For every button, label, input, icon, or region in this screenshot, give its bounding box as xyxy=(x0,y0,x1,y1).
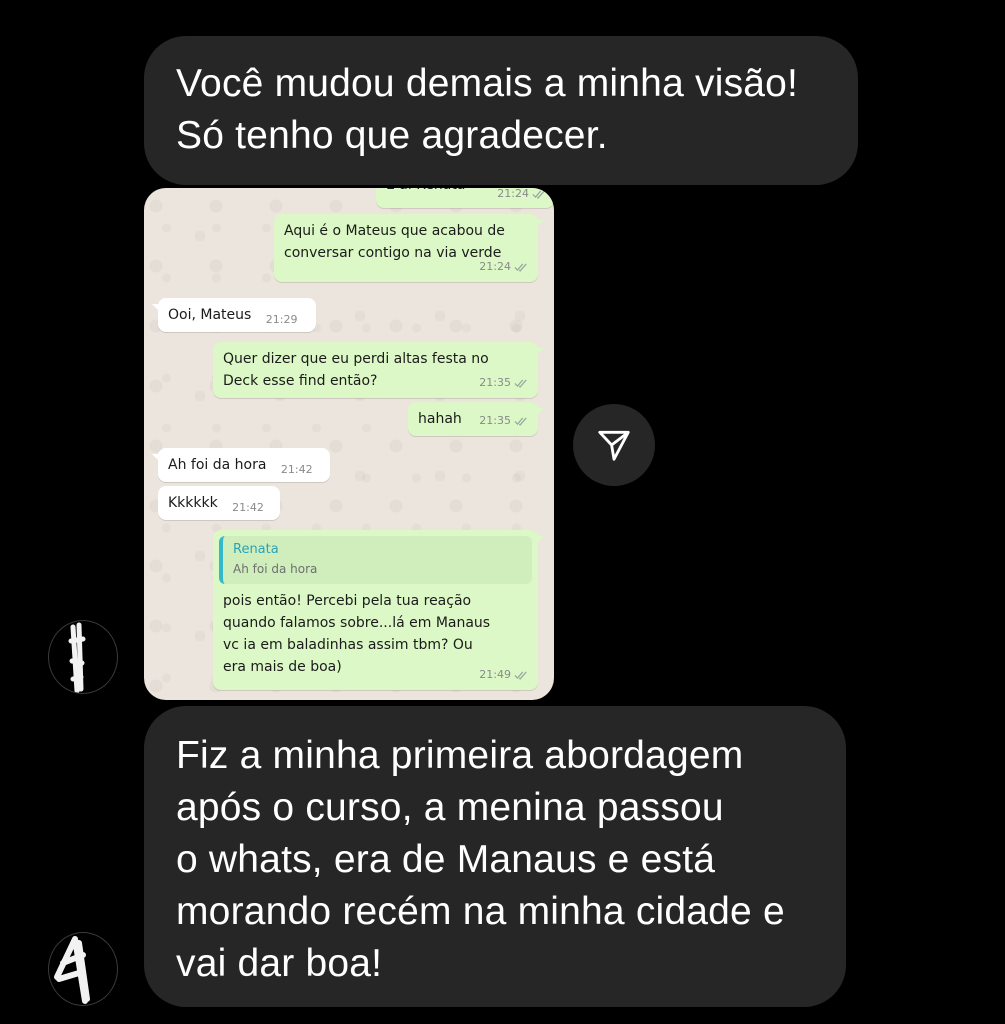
wa-message-time: 21:24 xyxy=(497,188,529,200)
double-check-icon xyxy=(514,379,527,388)
quote-author: Renata xyxy=(233,542,279,557)
wa-message-meta: 21:24 xyxy=(479,256,528,278)
wa-message-out: E aí Renata 21:24 xyxy=(376,188,554,208)
double-check-icon xyxy=(514,263,527,272)
wa-message-time: 21:35 xyxy=(479,376,511,389)
wa-message-text: pois então! Percebi pela tua reação quan… xyxy=(223,593,491,675)
message-bubble-bottom[interactable]: Fiz a minha primeira abordagem após o cu… xyxy=(144,706,846,1007)
quoted-message[interactable]: Renata Ah foi da hora xyxy=(219,536,532,584)
avatar[interactable] xyxy=(48,620,118,694)
double-check-icon xyxy=(532,190,545,199)
wa-message-text: Quer dizer que eu perdi altas festa no D… xyxy=(223,351,489,389)
wa-message-text: Kkkkkk xyxy=(168,495,218,511)
shared-chat-screenshot[interactable]: E aí Renata 21:24 Aqui é o Mateus que ac… xyxy=(144,188,554,700)
wa-message-in: Ah foi da hora 21:42 xyxy=(152,448,330,482)
wa-message-out: hahah 21:35 xyxy=(408,402,544,436)
wa-message-text: Ooi, Mateus xyxy=(168,307,252,323)
wa-message-in: Ooi, Mateus 21:29 xyxy=(152,298,316,332)
wa-message-in: Kkkkkk 21:42 xyxy=(158,486,280,520)
wa-message-meta: 21:49 xyxy=(479,664,528,686)
wa-message-text: E aí Renata xyxy=(386,188,465,196)
wa-message-out: Quer dizer que eu perdi altas festa no D… xyxy=(213,342,544,398)
quote-text: Ah foi da hora xyxy=(233,562,318,576)
wa-message-out-reply: Renata Ah foi da hora pois então! Perceb… xyxy=(213,530,544,690)
wa-message-time: 21:29 xyxy=(265,313,298,326)
wa-message-time: 21:35 xyxy=(479,414,511,427)
wa-message-time: 21:42 xyxy=(232,501,264,514)
wa-message-time: 21:42 xyxy=(280,463,313,476)
wa-message-text: Ah foi da hora xyxy=(168,457,267,473)
double-check-icon xyxy=(514,417,527,426)
wa-message-text: hahah xyxy=(418,411,462,427)
paper-plane-icon xyxy=(598,430,630,461)
dm-thread: Você mudou demais a minha visão! Só tenh… xyxy=(0,0,1005,1024)
avatar[interactable] xyxy=(48,932,118,1006)
message-bubble-top[interactable]: Você mudou demais a minha visão! Só tenh… xyxy=(144,36,858,185)
wa-message-meta: 21:35 xyxy=(479,410,528,432)
scribble-mask xyxy=(68,622,86,693)
wa-message-time: 21:49 xyxy=(479,668,511,681)
wa-message-out: Aqui é o Mateus que acabou de conversar … xyxy=(274,214,544,282)
scribble-mask xyxy=(54,936,90,1004)
wa-message-meta: 21:24 xyxy=(497,188,546,205)
wa-message-meta: 21:35 xyxy=(479,372,528,394)
double-check-icon xyxy=(514,671,527,680)
share-button[interactable] xyxy=(573,404,655,486)
wa-message-time: 21:24 xyxy=(479,260,511,273)
